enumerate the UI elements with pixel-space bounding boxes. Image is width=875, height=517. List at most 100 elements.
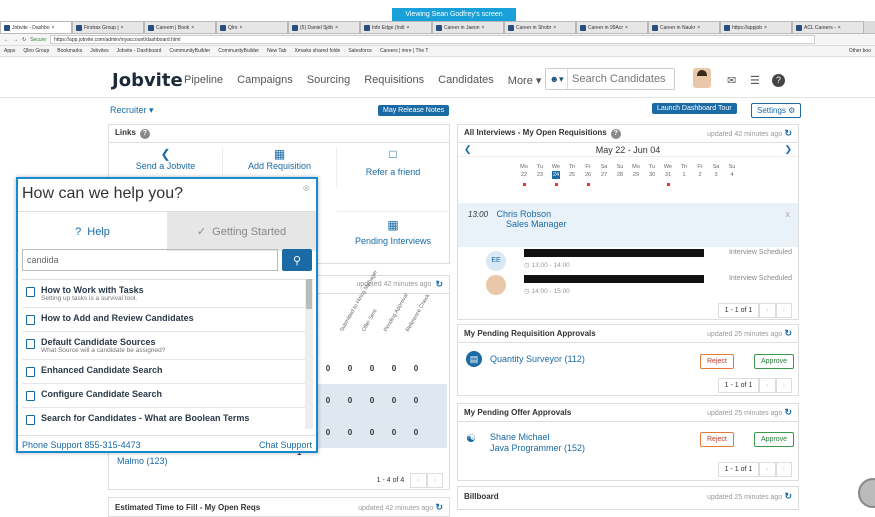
person-search-icon[interactable]: ☻▾ <box>546 69 568 89</box>
reject-button[interactable]: Reject <box>700 432 734 447</box>
prev-page-button[interactable]: ‹ <box>410 473 427 488</box>
chat-support-link[interactable]: Chat Support <box>259 440 312 450</box>
release-notes-button[interactable]: May Release Notes <box>378 105 450 116</box>
calendar-day[interactable]: We 31 <box>662 163 674 186</box>
calendar-day[interactable]: Th 1 <box>678 163 690 186</box>
calendar-day[interactable]: Fr 2 <box>694 163 706 186</box>
calendar-day[interactable]: Fr 26 <box>582 163 594 186</box>
bookmark-item[interactable]: CommunityBuilder <box>169 48 210 54</box>
forward-icon[interactable]: → <box>13 37 18 43</box>
calendar-day[interactable]: We 24 <box>550 163 562 186</box>
close-icon[interactable]: × <box>191 23 194 34</box>
recruiter-dropdown[interactable]: Recruiter ▾ <box>110 105 154 116</box>
requisition-link[interactable]: Quantity Surveyor (112) <box>490 354 585 364</box>
offer-item[interactable]: Shane Michael Java Programmer (152) <box>490 432 585 454</box>
help-icon[interactable]: ? <box>772 74 785 87</box>
nav-item-more[interactable]: More ▾ <box>508 74 542 87</box>
calendar-day[interactable]: Mo 22 <box>518 163 530 186</box>
reject-button[interactable]: Reject <box>700 354 734 369</box>
candidate-search[interactable]: ☻▾ Search Candidates <box>545 68 675 90</box>
bookmark-item[interactable]: CommunityBuilder <box>218 48 259 54</box>
browser-tab[interactable]: Career in 99Acr × <box>576 21 648 34</box>
list-item[interactable]: Configure Candidate Search <box>22 384 314 408</box>
floating-widget-button[interactable] <box>858 478 875 508</box>
calendar-day[interactable]: Sa 27 <box>598 163 610 186</box>
refresh-icon[interactable]: ↻ <box>784 328 792 338</box>
next-page-button[interactable]: › <box>775 303 792 318</box>
prev-range-icon[interactable]: ❮ <box>464 144 472 155</box>
calendar-day[interactable]: Th 25 <box>566 163 578 186</box>
browser-tab[interactable]: ACL Careers - × <box>792 21 864 33</box>
calendar-day[interactable]: Su 28 <box>614 163 626 186</box>
calendar-day[interactable]: Su 4 <box>726 163 738 186</box>
nav-item-candidates[interactable]: Candidates <box>438 74 494 87</box>
bookmark-item[interactable]: Salesforce <box>348 48 372 54</box>
browser-tab[interactable]: Career in Jaeon × <box>432 21 504 34</box>
close-icon[interactable]: × <box>239 23 242 34</box>
browser-tab[interactable]: https://appjob × <box>720 21 792 34</box>
bookmark-item[interactable]: New Tab <box>267 48 286 54</box>
back-icon[interactable]: ← <box>4 37 9 43</box>
refresh-icon[interactable]: ↻ <box>784 407 792 417</box>
list-item[interactable]: How to Add and Review Candidates <box>22 308 314 332</box>
user-avatar[interactable] <box>693 68 711 88</box>
nav-item-campaigns[interactable]: Campaigns <box>237 74 293 87</box>
close-icon[interactable]: × <box>553 23 556 34</box>
tab-getting-started[interactable]: ✓ Getting Started <box>167 212 316 251</box>
interview-slot[interactable]: 13:00 Chris Robson Sales Manager x <box>458 203 798 247</box>
next-page-button[interactable]: › <box>426 473 443 488</box>
help-icon[interactable]: ? <box>610 129 621 139</box>
bookmark-item[interactable]: Apps <box>4 48 15 54</box>
bookmark-item[interactable]: Qliro Group <box>23 48 49 54</box>
refresh-icon[interactable]: ↻ <box>435 502 443 512</box>
close-icon[interactable]: × <box>625 23 628 34</box>
calendar-day[interactable]: Tu 30 <box>646 163 658 186</box>
pending-interviews-link[interactable]: ▦ Pending Interviews <box>337 211 449 263</box>
bookmark-item[interactable]: Bookmarks <box>57 48 82 54</box>
launch-tour-button[interactable]: Launch Dashboard Tour <box>652 103 737 114</box>
bookmark-item[interactable]: Careers | imre | The T <box>380 48 429 54</box>
browser-tab[interactable]: Career in Shobr × <box>504 21 576 34</box>
refer-friend-link[interactable]: □ Refer a friend <box>337 147 449 187</box>
close-icon[interactable]: ⊗ <box>302 183 310 194</box>
mail-icon[interactable]: ✉ <box>727 74 736 87</box>
close-icon[interactable]: × <box>764 23 767 34</box>
list-item[interactable]: Search for Candidates - What are Boolean… <box>22 408 314 429</box>
scrollbar[interactable] <box>305 279 313 429</box>
reload-icon[interactable]: ↻ <box>22 37 26 43</box>
settings-button[interactable]: Settings ⚙ <box>751 103 802 118</box>
browser-tab[interactable]: (5) Daniel Sjöb × <box>288 21 360 34</box>
list-icon[interactable]: ☰ <box>750 74 760 87</box>
calendar-day[interactable]: Sa 3 <box>710 163 722 186</box>
close-icon[interactable]: x <box>786 209 791 219</box>
jobvite-logo[interactable]: Jobvite <box>112 70 183 91</box>
browser-tab[interactable]: Jobvite - Dashbo × <box>0 21 72 33</box>
browser-tab[interactable]: Careem | Book × <box>144 21 216 34</box>
approve-button[interactable]: Approve <box>754 354 795 369</box>
browser-tab[interactable]: Info Edge (Indi × <box>360 21 432 34</box>
url-field[interactable]: https://app.jobvite.com/admin/myaccount/… <box>50 35 815 44</box>
browser-tab[interactable]: Career in Naukr × <box>648 21 720 33</box>
nav-item-sourcing[interactable]: Sourcing <box>307 74 350 87</box>
next-range-icon[interactable]: ❯ <box>784 144 792 155</box>
interview-candidate[interactable]: Chris Robson <box>497 209 552 219</box>
browser-tab[interactable]: Firstrax Group | × <box>72 21 144 34</box>
close-icon[interactable]: × <box>335 23 338 34</box>
browser-tab[interactable]: Qlro × <box>216 21 288 34</box>
close-icon[interactable]: × <box>121 23 124 34</box>
calendar-day[interactable]: Tu 23 <box>534 163 546 186</box>
list-item[interactable]: How to Work with Tasks Setting up tasks i… <box>22 280 314 308</box>
close-icon[interactable]: × <box>407 23 410 34</box>
help-search-input[interactable]: candida <box>22 249 278 271</box>
prev-page-button[interactable]: ‹ <box>759 378 776 393</box>
refresh-icon[interactable]: ↻ <box>784 128 792 138</box>
nav-item-requisitions[interactable]: Requisitions <box>364 74 424 87</box>
phone-support-link[interactable]: Phone Support 855-315-4473 <box>22 440 141 450</box>
refresh-icon[interactable]: ↻ <box>784 491 792 501</box>
list-item[interactable]: Default Candidate Sources What Source wil… <box>22 332 314 360</box>
list-item[interactable]: Enhanced Candidate Search <box>22 360 314 384</box>
close-icon[interactable]: × <box>482 23 485 34</box>
bookmark-item[interactable]: Jobvite - Dashboard <box>117 48 162 54</box>
bookmark-item[interactable]: Jobvites <box>90 48 108 54</box>
tab-help[interactable]: ? Help <box>18 212 167 251</box>
